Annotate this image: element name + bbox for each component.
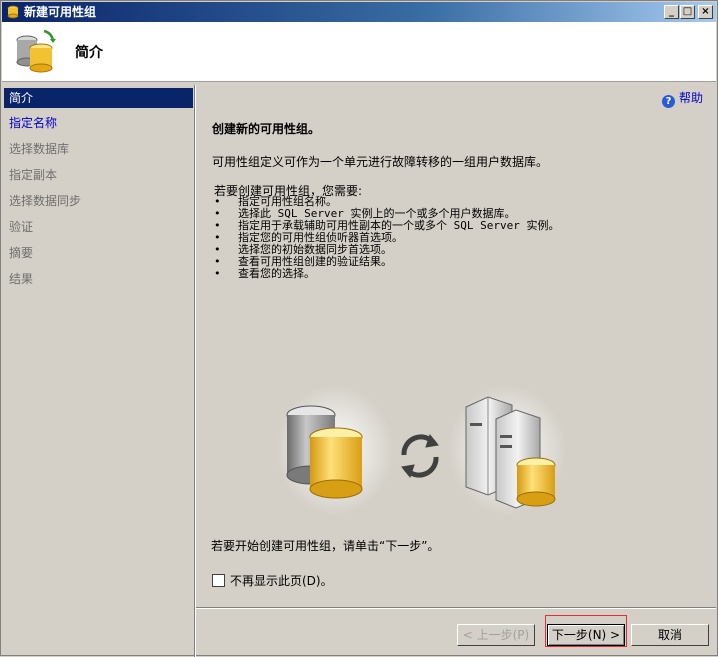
list-item: 查看您的选择。: [214, 268, 559, 281]
close-button[interactable]: ×: [698, 5, 713, 19]
start-instruction: 若要开始创建可用性组，请单击“下一步”。: [211, 539, 440, 553]
nav-item-specify-name[interactable]: 指定名称: [4, 113, 193, 133]
steps-list: 指定可用性组名称。 选择此 SQL Server 实例上的一个或多个用户数据库。…: [214, 196, 559, 281]
maximize-button[interactable]: □: [680, 5, 695, 19]
sync-arrows-icon: [401, 433, 439, 479]
nav-item-validation: 验证: [9, 220, 34, 234]
footer-divider: [196, 607, 716, 609]
dont-show-checkbox-row[interactable]: 不再显示此页(D)。: [212, 572, 333, 589]
nav-item-data-sync: 选择数据同步: [9, 194, 82, 208]
help-icon: ?: [661, 95, 675, 108]
dont-show-checkbox[interactable]: [212, 574, 225, 587]
nav-item-summary: 摘要: [9, 246, 34, 260]
content-pane: ? 帮助 创建新的可用性组。 可用性组定义可作为一个单元进行故障转移的一组用户数据…: [196, 85, 716, 607]
window-title: 新建可用性组: [24, 5, 97, 19]
previous-button[interactable]: < 上一步(P): [457, 624, 535, 646]
nav-item-specify-replicas: 指定副本: [9, 168, 58, 182]
nav-item-intro[interactable]: 简介: [4, 88, 193, 108]
wizard-nav: 简介 指定名称 选择数据库 指定副本 选择数据同步 验证 摘要 结果: [4, 85, 194, 653]
wizard-header: 简介: [2, 22, 716, 82]
content-heading: 创建新的可用性组。: [212, 122, 321, 136]
minimize-button[interactable]: _: [664, 5, 679, 19]
help-label: 帮助: [678, 91, 703, 105]
nav-item-select-databases: 选择数据库: [9, 142, 70, 156]
title-bar[interactable]: 新建可用性组 _ □ ×: [2, 2, 716, 22]
next-button-highlight: [545, 615, 627, 647]
help-link[interactable]: ? 帮助: [661, 89, 703, 108]
nav-item-results: 结果: [9, 272, 34, 286]
dont-show-label: 不再显示此页(D)。: [230, 574, 333, 588]
cancel-button[interactable]: 取消: [631, 624, 709, 646]
failover-illustration: [276, 385, 566, 515]
wizard-window: 新建可用性组 _ □ × 简介 简介 指定名称 选择数据库 指定副本 选择数据同…: [0, 0, 718, 657]
database-icon: [7, 5, 19, 19]
page-title: 简介: [75, 45, 103, 61]
availability-group-icon: [16, 29, 56, 73]
content-description: 可用性组定义可作为一个单元进行故障转移的一组用户数据库。: [212, 155, 549, 169]
